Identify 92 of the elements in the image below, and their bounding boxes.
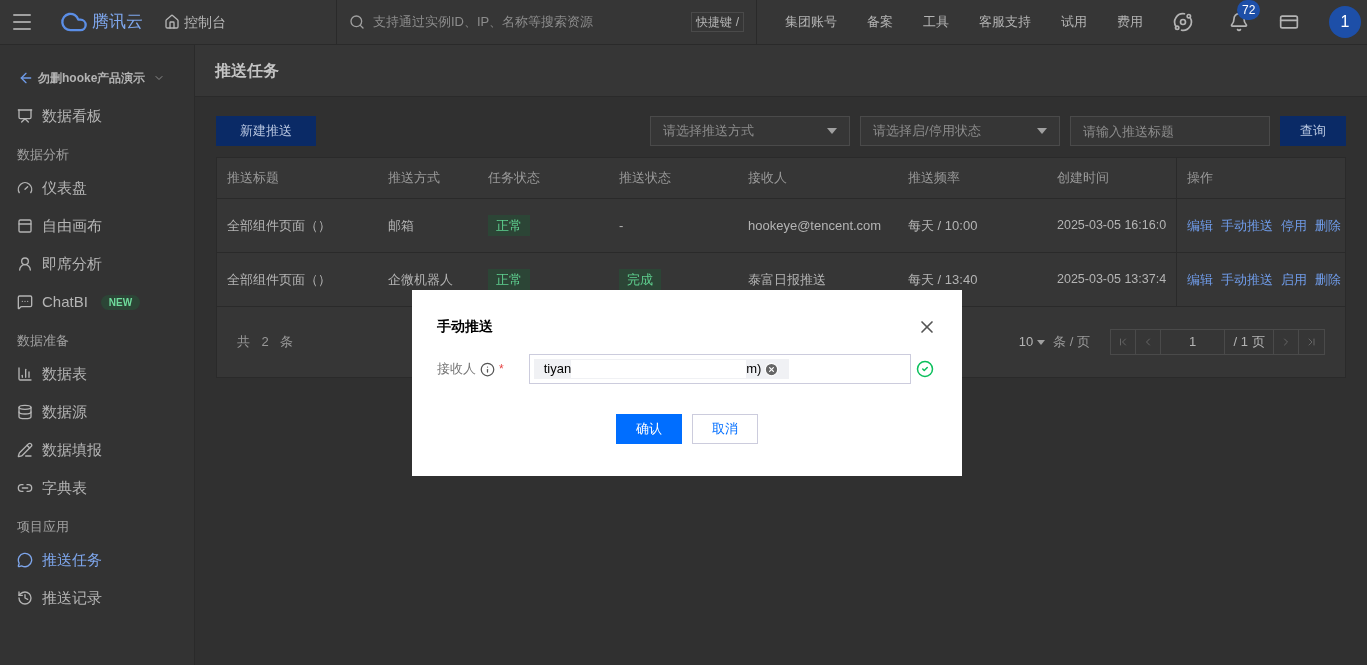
pencil-icon — [17, 442, 33, 458]
status-tag: 正常 — [488, 268, 530, 291]
status-select[interactable]: 请选择启/停用状态 — [860, 116, 1060, 146]
nav-link[interactable]: 试用 — [1061, 12, 1087, 32]
home-icon — [164, 14, 180, 30]
database-icon — [17, 404, 33, 420]
sidebar-item[interactable]: 数据源 — [0, 393, 194, 431]
sidebar-item[interactable]: 字典表 — [0, 469, 194, 507]
gauge-icon — [17, 180, 33, 196]
table-cell-text: 每天 / 13:40 — [908, 270, 978, 289]
receiver-field[interactable]: tiyan m) — [528, 354, 911, 384]
dialog-title: 手动推送 — [437, 317, 493, 336]
sidebar-item[interactable]: 数据表 — [0, 355, 194, 393]
sidebar-item[interactable]: ChatBI NEW — [0, 283, 194, 321]
nav-link[interactable]: 客服支持 — [979, 12, 1031, 32]
column-header: 操作 — [1187, 169, 1213, 188]
table-cell-text: 2025-03-05 16:16:0 — [1057, 217, 1167, 235]
nav-link[interactable]: 集团账号 — [785, 12, 837, 32]
action-link[interactable]: 删除 — [1315, 269, 1341, 290]
tag-text: tiyan — [543, 360, 572, 379]
sidebar-item[interactable]: 自由画布 — [0, 207, 194, 245]
avatar[interactable]: 1 — [1329, 6, 1361, 38]
title-input[interactable]: 请输入推送标题 — [1070, 116, 1270, 146]
action-link[interactable]: 手动推送 — [1221, 269, 1273, 290]
project-name[interactable]: 勿删hooke产品演示 — [38, 69, 146, 87]
table-cell-text: 全部组件页面（） — [227, 216, 331, 235]
section-title: 项目应用 — [16, 518, 70, 537]
new-push-button[interactable]: 新建推送 — [216, 116, 316, 146]
page-input[interactable]: 1 — [1161, 330, 1225, 354]
sidebar-item[interactable]: 即席分析 — [0, 245, 194, 283]
column-header: 推送状态 — [619, 169, 671, 188]
sidebar-item[interactable]: 数据填报 — [0, 431, 194, 469]
action-link[interactable]: 删除 — [1315, 215, 1341, 236]
column-header: 创建时间 — [1057, 169, 1109, 188]
sidebar-item[interactable]: 仪表盘 — [0, 169, 194, 207]
search-icon — [349, 14, 365, 30]
field-label: 接收人 — [437, 360, 476, 379]
remove-icon[interactable] — [764, 361, 780, 377]
action-link[interactable]: 编辑 — [1187, 269, 1213, 290]
status-tag: 完成 — [619, 268, 661, 291]
new-badge: NEW — [100, 294, 141, 310]
shortcut-hint: 快捷键 / — [691, 12, 744, 32]
column-header: 接收人 — [748, 169, 787, 188]
section-title: 数据分析 — [16, 146, 70, 165]
required-mark: * — [499, 361, 504, 378]
table-cell-text: 每天 / 10:00 — [908, 216, 978, 235]
notification-badge: 72 — [1237, 0, 1261, 20]
page-size-unit: 条 / 页 — [1053, 333, 1090, 352]
cancel-button[interactable]: 取消 — [692, 414, 758, 444]
action-link[interactable]: 启用 — [1281, 269, 1307, 290]
chat-bubble-icon — [17, 294, 33, 310]
sidebar-item[interactable]: 数据看板 — [0, 97, 194, 135]
column-header: 任务状态 — [488, 169, 540, 188]
brand-name: 腾讯云 — [92, 11, 143, 34]
query-button[interactable]: 查询 — [1280, 116, 1346, 146]
card-icon[interactable] — [1279, 12, 1299, 32]
nav-link[interactable]: 费用 — [1117, 12, 1143, 32]
method-select[interactable]: 请选择推送方式 — [650, 116, 850, 146]
action-link[interactable]: 停用 — [1281, 215, 1307, 236]
table-cell-text: hookeye@tencent.com — [748, 216, 882, 235]
message-icon — [17, 552, 33, 568]
bell-icon[interactable] — [1229, 12, 1249, 32]
tag-text: m) — [746, 360, 762, 379]
confirm-button[interactable]: 确认 — [616, 414, 682, 444]
column-header: 推送方式 — [388, 169, 440, 188]
column-header: 推送标题 — [227, 169, 279, 188]
history-icon — [17, 590, 33, 606]
table-cell-text: 企微机器人 — [388, 270, 453, 289]
sidebar-item[interactable]: 推送任务 — [0, 541, 194, 579]
table-cell-text: 邮箱 — [388, 216, 414, 235]
action-link[interactable]: 手动推送 — [1221, 215, 1273, 236]
status-tag: 正常 — [488, 214, 530, 237]
action-link[interactable]: 编辑 — [1187, 215, 1213, 236]
console-link[interactable]: 控制台 — [164, 11, 244, 33]
column-header: 推送频率 — [908, 169, 960, 188]
nav-link[interactable]: 工具 — [923, 12, 949, 32]
bar-chart-icon — [17, 366, 33, 382]
table-cell-text: 全部组件页面（） — [227, 270, 331, 289]
panel-icon — [17, 218, 33, 234]
table-cell-text: - — [619, 216, 624, 235]
presentation-icon — [17, 108, 33, 124]
page-size-select[interactable]: 10 — [1018, 332, 1046, 352]
total-count: 共 2 条 — [237, 333, 298, 352]
table-cell-text: 泰富日报推送 — [748, 270, 826, 289]
info-icon[interactable] — [480, 361, 495, 377]
nav-link[interactable]: 备案 — [867, 12, 893, 32]
table-cell-text: 2025-03-05 13:37:4 — [1057, 271, 1167, 289]
section-title: 数据准备 — [16, 332, 70, 351]
page-title: 推送任务 — [215, 60, 279, 81]
sidebar-item[interactable]: 推送记录 — [0, 579, 194, 617]
page-count: / 1 页 — [1225, 330, 1274, 354]
search-field[interactable]: 支持通过实例ID、IP、名称等搜索资源 — [373, 12, 684, 32]
